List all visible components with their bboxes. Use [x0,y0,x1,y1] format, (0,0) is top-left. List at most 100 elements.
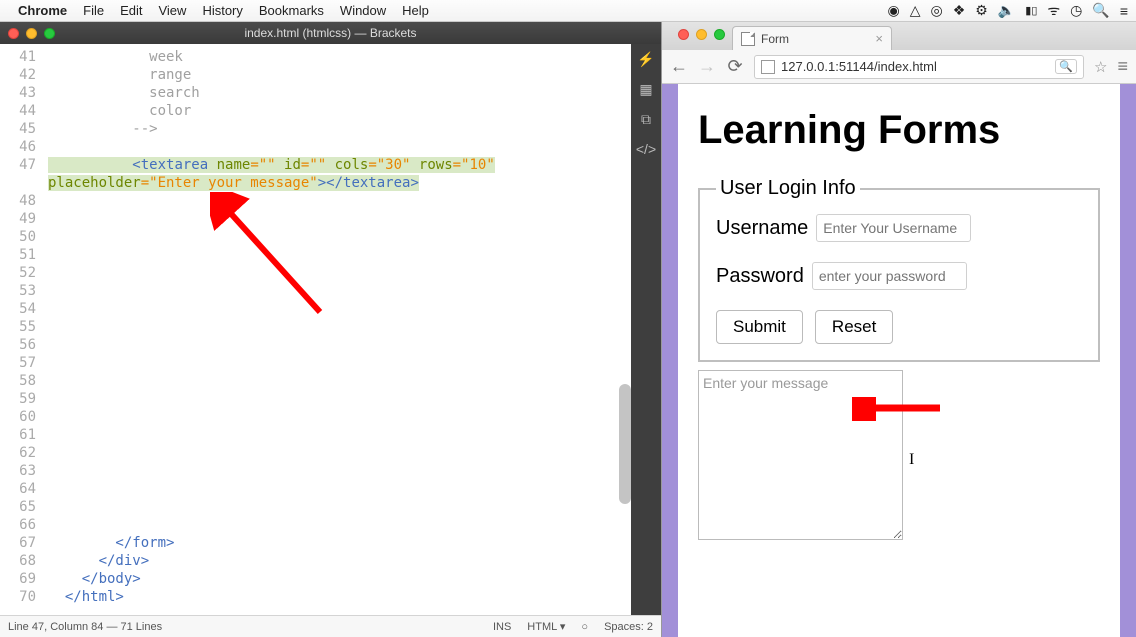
tray-record-icon[interactable]: ◉ [887,2,899,19]
close-icon[interactable] [678,29,689,40]
chrome-menu-icon[interactable]: ≡ [1117,56,1128,77]
code-text[interactable]: </div> [48,553,149,569]
code-line[interactable]: 43 search [0,84,631,102]
menu-view[interactable]: View [158,3,186,18]
zoom-indicator-icon[interactable]: 🔍 [1055,59,1077,74]
code-line[interactable]: 51 [0,246,631,264]
close-icon[interactable] [8,28,19,39]
code-text[interactable]: </html> [48,589,124,605]
code-line[interactable]: 53 [0,282,631,300]
code-line[interactable]: 61 [0,426,631,444]
code-icon[interactable]: </> [637,140,655,158]
tray-volume-icon[interactable]: 🔈 [998,2,1015,19]
tray-spotlight-icon[interactable]: 🔍 [1092,2,1109,19]
reload-icon[interactable]: ⟳ [726,58,744,76]
menu-window[interactable]: Window [340,3,386,18]
code-line[interactable]: 70 </html> [0,588,631,606]
code-line[interactable]: 67 </form> [0,534,631,552]
brackets-side-toolbar: ⚡ ▦ ⧉ </> [631,44,661,615]
editor-scrollbar[interactable] [619,384,631,504]
code-text[interactable]: --> [48,121,158,137]
menu-history[interactable]: History [202,3,242,18]
line-number: 41 [0,48,48,66]
code-line[interactable]: 63 [0,462,631,480]
code-line[interactable]: 62 [0,444,631,462]
code-line[interactable]: 58 [0,372,631,390]
status-cursor[interactable]: Line 47, Column 84 — 71 Lines [8,621,162,633]
code-line[interactable]: 42 range [0,66,631,84]
code-text[interactable]: placeholder="Enter your message"></texta… [48,175,419,191]
code-line[interactable]: 69 </body> [0,570,631,588]
code-line[interactable]: 59 [0,390,631,408]
chrome-tabstrip[interactable]: Form × [662,22,1136,50]
tray-drive-icon[interactable]: △ [910,2,921,19]
line-number: 69 [0,570,48,588]
code-line[interactable]: 44 color [0,102,631,120]
code-line[interactable]: 50 [0,228,631,246]
code-text[interactable]: range [48,67,191,83]
username-input[interactable] [816,214,971,242]
tray-battery-icon[interactable]: ▮▯ [1025,4,1037,17]
menu-file[interactable]: File [83,3,104,18]
code-line[interactable]: 55 [0,318,631,336]
page-viewport[interactable]: Learning Forms User Login Info Username … [662,84,1136,637]
tray-sliders-icon[interactable]: ⚙ [975,2,988,19]
chrome-tab[interactable]: Form × [732,26,892,50]
status-spaces[interactable]: Spaces: 2 [604,621,653,633]
code-line[interactable]: placeholder="Enter your message"></texta… [0,174,631,192]
code-text[interactable]: <textarea name="" id="" cols="30" rows="… [48,157,495,173]
code-line[interactable]: 68 </div> [0,552,631,570]
tray-notifications-icon[interactable]: ≡ [1120,3,1128,19]
brackets-traffic-lights[interactable] [8,28,55,39]
code-line[interactable]: 57 [0,354,631,372]
split-icon[interactable]: ⧉ [637,110,655,128]
menu-help[interactable]: Help [402,3,429,18]
chrome-traffic-lights[interactable] [678,29,725,40]
tray-clock-icon[interactable]: ◷ [1070,2,1082,19]
status-lint[interactable]: ○ [581,621,588,633]
password-input[interactable] [812,262,967,290]
code-editor[interactable]: 41 week42 range43 search44 color45 -->46… [0,44,631,615]
menu-edit[interactable]: Edit [120,3,142,18]
menu-app[interactable]: Chrome [18,3,67,18]
live-preview-icon[interactable]: ⚡ [637,50,655,68]
code-line[interactable]: 47 <textarea name="" id="" cols="30" row… [0,156,631,174]
menu-bookmarks[interactable]: Bookmarks [259,3,324,18]
code-line[interactable]: 54 [0,300,631,318]
code-text[interactable]: </form> [48,535,174,551]
code-line[interactable]: 65 [0,498,631,516]
status-ins[interactable]: INS [493,621,511,633]
code-line[interactable]: 48 [0,192,631,210]
code-line[interactable]: 52 [0,264,631,282]
code-text[interactable]: </body> [48,571,141,587]
tray-wifi-icon[interactable]: ᯤ [1047,1,1060,20]
code-text[interactable]: color [48,103,191,119]
zoom-icon[interactable] [44,28,55,39]
minimize-icon[interactable] [26,28,37,39]
code-line[interactable]: 64 [0,480,631,498]
address-bar[interactable]: 127.0.0.1:51144/index.html 🔍 [754,55,1084,79]
extensions-icon[interactable]: ▦ [637,80,655,98]
code-line[interactable]: 45 --> [0,120,631,138]
code-line[interactable]: 49 [0,210,631,228]
code-text[interactable]: week [48,49,183,65]
code-line[interactable]: 60 [0,408,631,426]
code-line[interactable]: 41 week [0,48,631,66]
code-text[interactable]: search [48,85,200,101]
code-line[interactable]: 56 [0,336,631,354]
tab-close-icon[interactable]: × [875,31,883,46]
message-textarea[interactable] [698,370,903,540]
tray-dropbox-icon[interactable]: ❖ [953,2,966,19]
minimize-icon[interactable] [696,29,707,40]
code-line[interactable]: 66 [0,516,631,534]
forward-icon[interactable]: → [698,58,716,76]
back-icon[interactable]: ← [670,58,688,76]
submit-button[interactable]: Submit [716,310,803,344]
status-lang[interactable]: HTML ▾ [527,620,565,633]
zoom-icon[interactable] [714,29,725,40]
code-line[interactable]: 46 [0,138,631,156]
brackets-titlebar[interactable]: index.html (htmlcss) — Brackets [0,22,661,44]
tray-cloud-icon[interactable]: ◎ [930,2,942,19]
bookmark-star-icon[interactable]: ☆ [1094,58,1107,76]
reset-button[interactable]: Reset [815,310,893,344]
